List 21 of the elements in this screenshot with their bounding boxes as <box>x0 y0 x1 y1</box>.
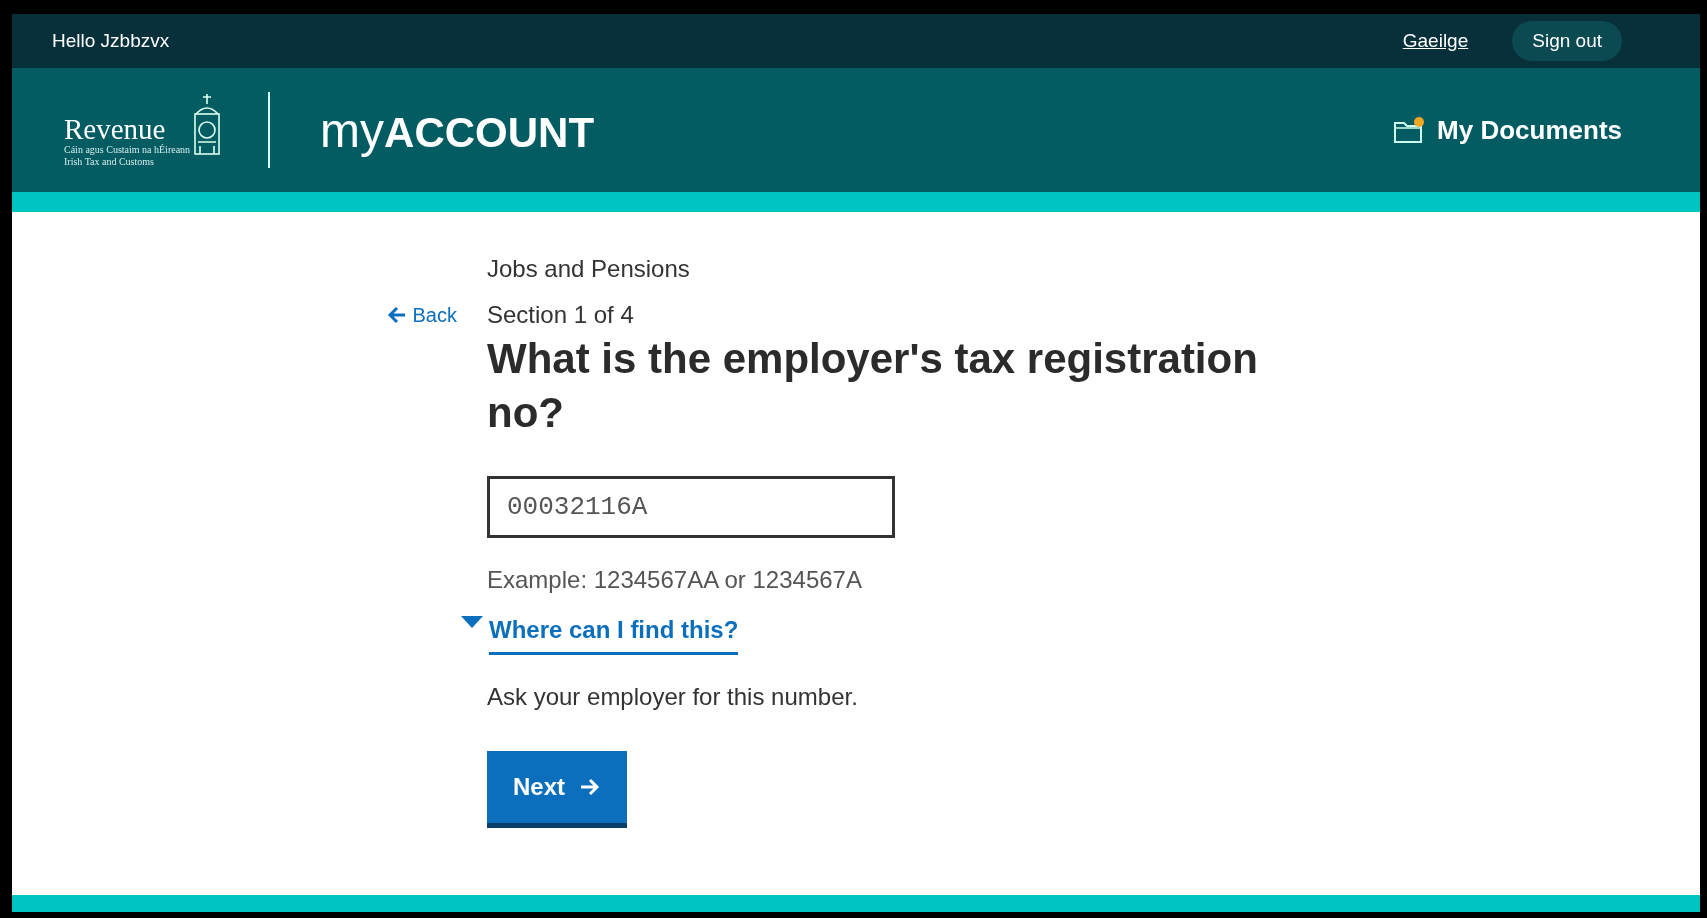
question-heading: What is the employer's tax registration no? <box>487 334 1259 438</box>
input-field[interactable]: 00032116A <box>487 476 895 538</box>
logo-subtitle: Irish Tax and Customs <box>64 156 155 168</box>
my-documents-link[interactable]: My Documents <box>1393 114 1622 146</box>
hint-text: Example: 1234567AA or 1234567A <box>487 566 863 594</box>
triangle-icon <box>461 616 483 630</box>
arrow-right-icon <box>579 777 602 797</box>
back-link[interactable]: Back <box>386 303 457 327</box>
logo-name: Revenue <box>64 114 166 144</box>
folder-icon <box>1393 116 1426 144</box>
section-text: Section 1 of 4 <box>487 300 635 330</box>
sign-out-button[interactable]: Sign out <box>1512 21 1622 61</box>
details-toggle[interactable]: Where can I find this? <box>461 616 739 661</box>
app-title: myACCOUNT <box>320 102 596 158</box>
details-text: Ask your employer for this number. <box>487 683 859 711</box>
building-crest-icon <box>192 92 223 156</box>
back-arrow-icon <box>386 306 407 324</box>
language-link[interactable]: Gaeilge <box>1402 30 1469 52</box>
logo-subtitle: Cáin agus Custaim na hÉireann <box>64 144 191 156</box>
category-text: Jobs and Pensions <box>487 254 691 284</box>
greeting-text: Hello Jzbbzvx <box>52 30 170 52</box>
